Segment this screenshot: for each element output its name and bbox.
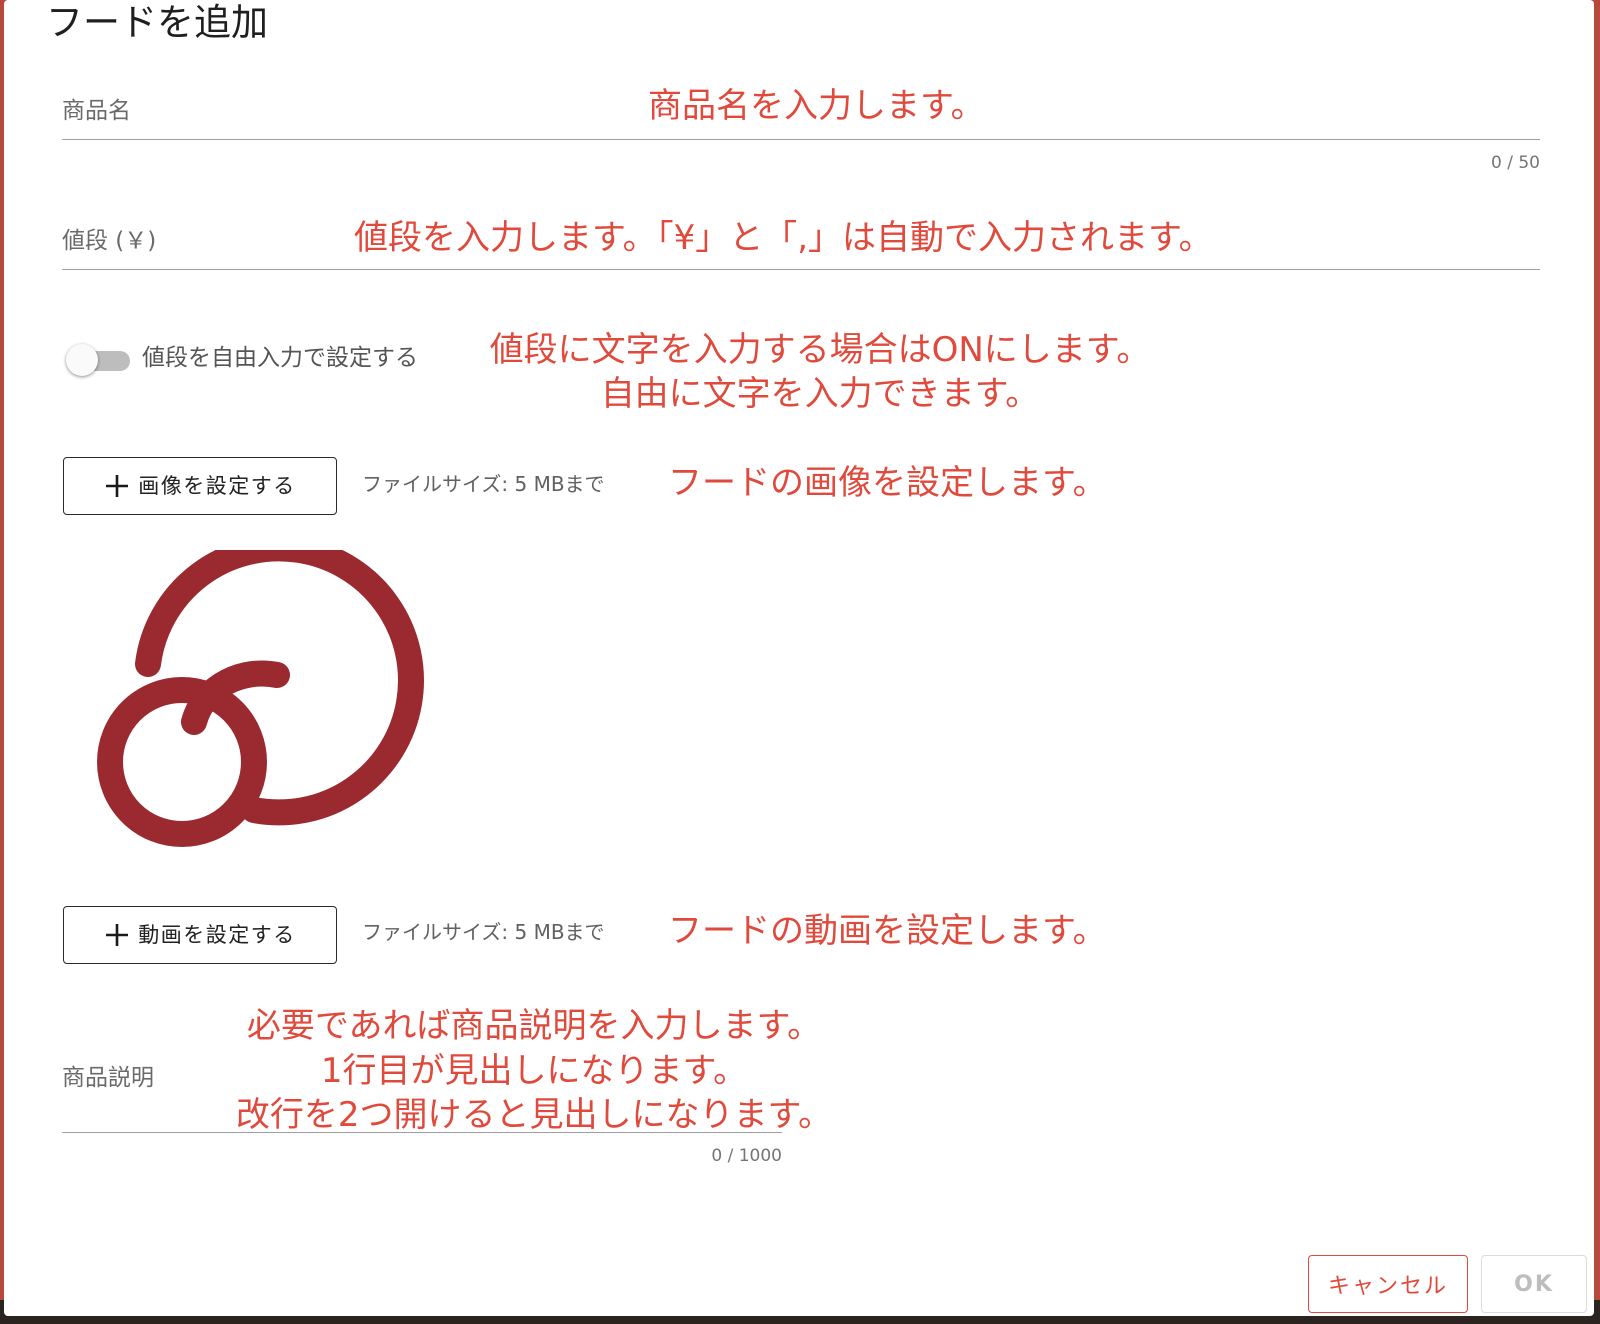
set-image-button[interactable]: 画像を設定する xyxy=(63,457,337,515)
dialog-title: フードを追加 xyxy=(46,1,268,44)
price-input[interactable] xyxy=(62,269,1540,270)
description-annotation-line-3: 改行を2つ開けると見出しになります。 xyxy=(235,1095,833,1135)
name-input[interactable] xyxy=(62,139,1540,140)
name-field-label: 商品名 xyxy=(62,98,131,124)
price-field-label: 値段 (￥) xyxy=(62,228,157,254)
free-price-toggle-label: 値段を自由入力で設定する xyxy=(142,345,418,371)
plus-icon xyxy=(106,924,129,946)
name-annotation: 商品名を入力します。 xyxy=(648,86,985,126)
toggle-annotation-line-1: 値段に文字を入力する場合はONにします。 xyxy=(489,330,1151,370)
add-food-dialog: フードを追加 商品名 0 / 50 商品名を入力します。 値段 (￥) 値段を入… xyxy=(4,0,1594,1316)
toggle-knob xyxy=(66,344,98,376)
ok-button[interactable]: OK xyxy=(1481,1255,1587,1313)
cancel-button[interactable]: キャンセル xyxy=(1308,1255,1468,1313)
set-video-button-label: 動画を設定する xyxy=(138,923,296,947)
toggle-annotation-line-2: 自由に文字を入力できます。 xyxy=(600,374,1040,414)
free-price-toggle[interactable] xyxy=(66,342,130,378)
description-annotation-line-2: 1行目が見出しになります。 xyxy=(320,1051,748,1091)
image-annotation: フードの画像を設定します。 xyxy=(668,463,1107,503)
set-video-button[interactable]: 動画を設定する xyxy=(63,906,337,964)
description-annotation-line-1: 必要であれば商品説明を入力します。 xyxy=(246,1006,822,1046)
set-image-button-label: 画像を設定する xyxy=(138,474,296,498)
logo-image xyxy=(97,550,424,847)
name-char-counter: 0 / 50 xyxy=(1491,153,1540,173)
description-char-counter: 0 / 1000 xyxy=(711,1146,782,1166)
image-size-hint: ファイルサイズ: 5 MBまで xyxy=(362,472,605,496)
price-annotation: 値段を入力します。「¥」と「,」は自動で入力されます。 xyxy=(354,218,1213,258)
video-size-hint: ファイルサイズ: 5 MBまで xyxy=(362,920,605,944)
plus-icon xyxy=(106,475,129,497)
video-annotation: フードの動画を設定します。 xyxy=(668,911,1107,951)
description-field-label: 商品説明 xyxy=(62,1065,154,1091)
